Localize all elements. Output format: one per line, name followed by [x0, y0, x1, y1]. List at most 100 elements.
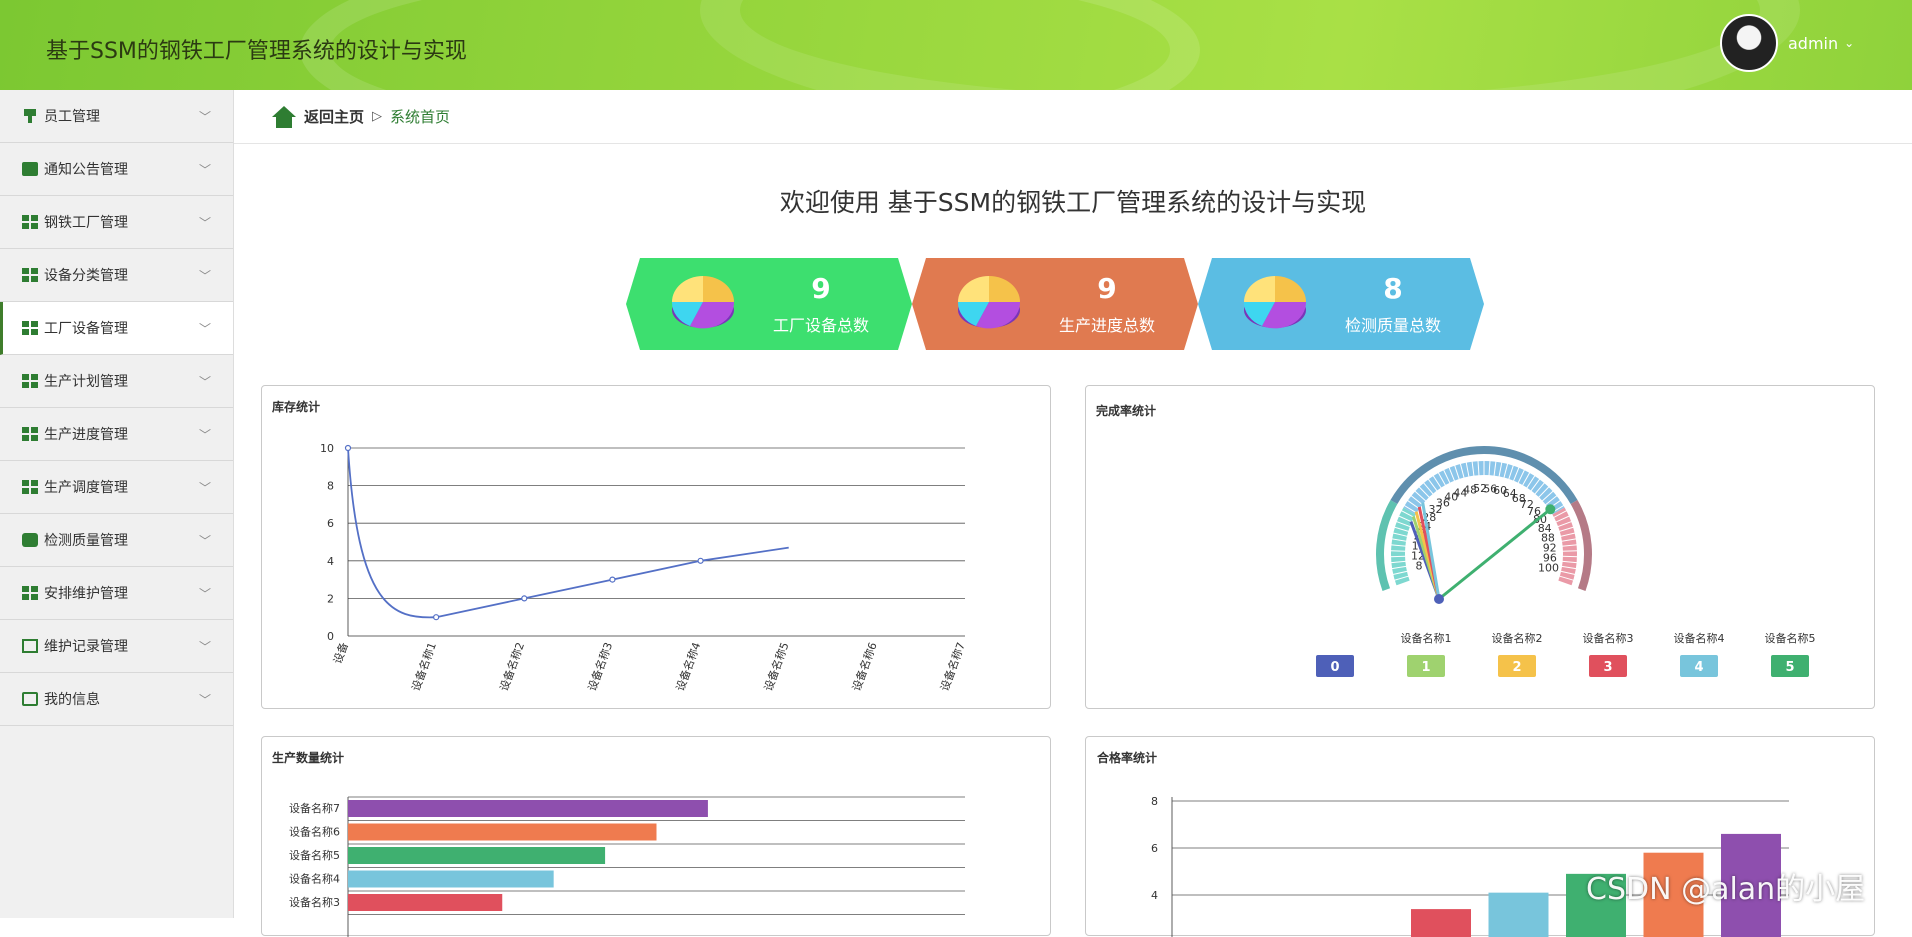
app-title: 基于SSM的钢铁工厂管理系统的设计与实现	[46, 33, 467, 65]
sidebar-item-label: 生产进度管理	[44, 424, 128, 444]
sidebar-item-label: 生产计划管理	[44, 371, 128, 391]
legend-name: 设备名称3	[1583, 631, 1634, 645]
header-decoration	[700, 0, 1800, 90]
chevron-down-icon[interactable]: ﹀	[199, 267, 211, 284]
bar	[348, 871, 554, 888]
y-tick-label: 8	[1151, 795, 1158, 808]
chevron-down-icon[interactable]: ﹀	[199, 638, 211, 655]
gauge-needle-tip	[1545, 504, 1555, 514]
user-menu[interactable]: admin ⌄	[1720, 14, 1854, 72]
bar	[1411, 909, 1471, 937]
avatar[interactable]	[1720, 14, 1778, 72]
sidebar-item[interactable]: 维护记录管理﹀	[0, 620, 233, 673]
sidebar-item[interactable]: 安排维护管理 ﹀	[0, 567, 233, 620]
stat-card-quality[interactable]: 8 检测质量总数	[1198, 258, 1484, 350]
stat-number: 9	[1042, 272, 1172, 305]
ticket-icon	[22, 162, 38, 176]
breadcrumb: 返回主页 ▷ 系统首页	[234, 90, 1912, 144]
x-tick-label: 设备	[330, 640, 351, 665]
chevron-down-icon[interactable]: ﹀	[199, 373, 211, 390]
sidebar-item[interactable]: 生产计划管理 ﹀	[0, 355, 233, 408]
grid-icon	[22, 480, 38, 494]
grid-icon	[22, 586, 38, 600]
sidebar-item-label: 生产调度管理	[44, 477, 128, 497]
y-tick-label: 设备名称4	[289, 872, 340, 886]
completion-gauge-chart: 8121620242832364044485256606468727680848…	[1086, 386, 1876, 710]
bar	[348, 824, 657, 841]
chevron-down-icon[interactable]: ﹀	[199, 585, 211, 602]
y-tick-label: 6	[1151, 842, 1158, 855]
sidebar: 员工管理﹀通知公告管理﹀钢铁工厂管理﹀设备分类管理﹀工厂设备管理﹀生产计划管理﹀…	[0, 90, 234, 918]
gauge-needle	[1439, 509, 1550, 599]
pie-chart-icon	[670, 272, 736, 332]
sidebar-item[interactable]: 员工管理 ﹀	[0, 90, 233, 143]
chevron-down-icon[interactable]: ﹀	[199, 691, 211, 708]
bar	[348, 894, 502, 911]
legend-badge-label: 4	[1694, 660, 1703, 675]
chevron-down-icon[interactable]: ﹀	[199, 479, 211, 496]
sidebar-item[interactable]: 我的信息﹀	[0, 673, 233, 726]
production-chart-panel: 生产数量统计 设备名称7设备名称6设备名称5设备名称4设备名称3	[261, 736, 1051, 936]
grid-icon	[22, 215, 38, 229]
stat-card-progress[interactable]: 9 生产进度总数	[912, 258, 1198, 350]
legend-badge-label: 2	[1512, 660, 1521, 675]
sidebar-item[interactable]: 生产进度管理 ﹀	[0, 408, 233, 461]
y-tick-label: 2	[327, 592, 334, 605]
stock-chart-panel: 库存统计 0246810设备设备名称1设备名称2设备名称3设备名称4设备名称5设…	[261, 385, 1051, 709]
chevron-down-icon[interactable]: ﹀	[199, 161, 211, 178]
username[interactable]: admin	[1788, 34, 1838, 53]
chevron-down-icon[interactable]: ⌄	[1844, 36, 1854, 50]
sidebar-item-label: 工厂设备管理	[44, 318, 128, 338]
sidebar-item[interactable]: 工厂设备管理 ﹀	[0, 302, 233, 355]
chevron-down-icon[interactable]: ﹀	[199, 426, 211, 443]
stat-label: 检测质量总数	[1318, 312, 1468, 336]
sidebar-item-label: 检测质量管理	[44, 530, 128, 550]
chat-icon	[22, 533, 38, 547]
stock-line-chart: 0246810设备设备名称1设备名称2设备名称3设备名称4设备名称5设备名称6设…	[262, 386, 1052, 710]
home-icon[interactable]	[272, 106, 296, 128]
y-tick-label: 4	[1151, 889, 1158, 902]
chevron-down-icon[interactable]: ﹀	[199, 108, 211, 125]
data-point	[434, 615, 439, 620]
gauge-tick-label: 100	[1538, 562, 1559, 575]
data-point	[522, 596, 527, 601]
y-tick-label: 设备名称6	[289, 825, 340, 839]
stat-number: 9	[756, 272, 886, 305]
watermark: CSDN @alan的小屋	[1586, 864, 1865, 908]
sidebar-item[interactable]: 设备分类管理﹀	[0, 249, 233, 302]
breadcrumb-home-link[interactable]: 返回主页	[304, 106, 364, 127]
chevron-down-icon[interactable]: ﹀	[199, 532, 211, 549]
grid-icon	[22, 427, 38, 441]
breadcrumb-separator: ▷	[372, 109, 382, 124]
gauge-pivot	[1434, 594, 1444, 604]
completion-chart-panel: 完成率统计 8121620242832364044485256606468727…	[1085, 385, 1875, 709]
data-point	[610, 577, 615, 582]
legend-badge-label: 3	[1603, 660, 1612, 675]
x-tick-label: 设备名称6	[849, 640, 880, 693]
grid-icon	[22, 374, 38, 388]
sidebar-item-label: 通知公告管理	[44, 159, 128, 179]
grid-icon	[22, 321, 38, 335]
data-point	[698, 558, 703, 563]
top-header: 基于SSM的钢铁工厂管理系统的设计与实现 admin ⌄	[0, 0, 1912, 90]
stat-number: 8	[1328, 272, 1458, 305]
stat-card-equipment[interactable]: 9 工厂设备总数	[626, 258, 912, 350]
sidebar-item[interactable]: 生产调度管理 ﹀	[0, 461, 233, 514]
y-tick-label: 10	[320, 442, 334, 455]
stat-label: 生产进度总数	[1032, 312, 1182, 336]
bar	[1489, 893, 1549, 937]
chevron-down-icon[interactable]: ﹀	[199, 320, 211, 337]
series-line	[348, 448, 789, 617]
sidebar-item-label: 安排维护管理	[44, 583, 128, 603]
legend-badge-label: 0	[1330, 660, 1339, 675]
sidebar-item[interactable]: 通知公告管理 ﹀	[0, 143, 233, 196]
sidebar-item[interactable]: 检测质量管理 ﹀	[0, 514, 233, 567]
sidebar-item[interactable]: 钢铁工厂管理﹀	[0, 196, 233, 249]
data-point	[346, 446, 351, 451]
legend-badge-label: 1	[1421, 660, 1430, 675]
chevron-down-icon[interactable]: ﹀	[199, 214, 211, 231]
sidebar-item-label: 员工管理	[44, 106, 100, 126]
legend-name: 设备名称1	[1401, 631, 1452, 645]
stat-label: 工厂设备总数	[746, 312, 896, 336]
trend-icon	[22, 639, 38, 653]
